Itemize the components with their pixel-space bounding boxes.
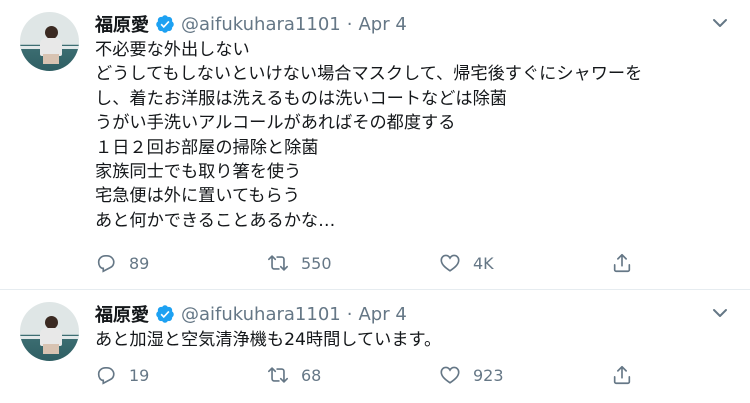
separator-dot: ·: [346, 303, 353, 325]
retweet-button[interactable]: 68: [267, 364, 439, 386]
reply-count: 89: [129, 253, 150, 273]
verified-badge-icon: [155, 304, 175, 324]
separator-dot: ·: [346, 13, 353, 35]
retweet-icon: [268, 255, 288, 271]
display-name[interactable]: 福原愛: [95, 301, 149, 327]
handle[interactable]: @aifukuhara1101: [181, 14, 341, 35]
avatar-figure-legs: [43, 54, 59, 64]
tweet-date[interactable]: Apr 4: [358, 14, 406, 35]
tweet-text: あと加湿と空気清浄機も24時間しています。: [95, 330, 442, 350]
tweet[interactable]: 福原愛 @aifukuhara1101 · Apr 4 あと加湿と空気清浄機も2…: [0, 290, 750, 403]
share-button[interactable]: [611, 364, 645, 386]
share-icon: [613, 253, 631, 273]
like-button[interactable]: 4K: [439, 252, 611, 274]
tweet-header: 福原愛 @aifukuhara1101 · Apr 4: [95, 301, 710, 327]
tweet[interactable]: 福原愛 @aifukuhara1101 · Apr 4 不必要な外出しない どう…: [0, 0, 750, 290]
tweet-date[interactable]: Apr 4: [358, 304, 406, 325]
tweet-content: 福原愛 @aifukuhara1101 · Apr 4 不必要な外出しない どう…: [95, 12, 710, 233]
tweet-content: 福原愛 @aifukuhara1101 · Apr 4 あと加湿と空気清浄機も2…: [95, 302, 710, 352]
tweet-header: 福原愛 @aifukuhara1101 · Apr 4: [95, 11, 710, 37]
avatar[interactable]: [20, 12, 79, 71]
reply-icon: [97, 255, 115, 273]
like-count: 923: [473, 365, 504, 385]
reply-button[interactable]: 89: [95, 252, 267, 274]
share-icon: [613, 365, 631, 385]
tweet-text: 不必要な外出しない どうしてもしないといけない場合マスクして、帰宅後すぐにシャワ…: [95, 40, 643, 231]
retweet-icon: [268, 367, 288, 383]
chevron-down-icon[interactable]: [712, 304, 728, 317]
tweet-actions: 89 550 4K: [95, 252, 650, 274]
retweet-button[interactable]: 550: [267, 252, 439, 274]
verified-badge-icon: [155, 14, 175, 34]
retweet-count: 550: [301, 253, 332, 273]
retweet-count: 68: [301, 365, 322, 385]
handle[interactable]: @aifukuhara1101: [181, 304, 341, 325]
chevron-down-icon[interactable]: [712, 14, 728, 27]
tweet-actions: 19 68 923: [95, 364, 650, 386]
heart-icon: [440, 254, 460, 272]
like-button[interactable]: 923: [439, 364, 611, 386]
like-count: 4K: [473, 253, 494, 273]
display-name[interactable]: 福原愛: [95, 11, 149, 37]
reply-count: 19: [129, 365, 150, 385]
avatar-figure-legs: [43, 344, 59, 354]
reply-button[interactable]: 19: [95, 364, 267, 386]
reply-icon: [97, 367, 115, 385]
avatar[interactable]: [20, 302, 79, 361]
heart-icon: [440, 366, 460, 384]
share-button[interactable]: [611, 252, 645, 274]
